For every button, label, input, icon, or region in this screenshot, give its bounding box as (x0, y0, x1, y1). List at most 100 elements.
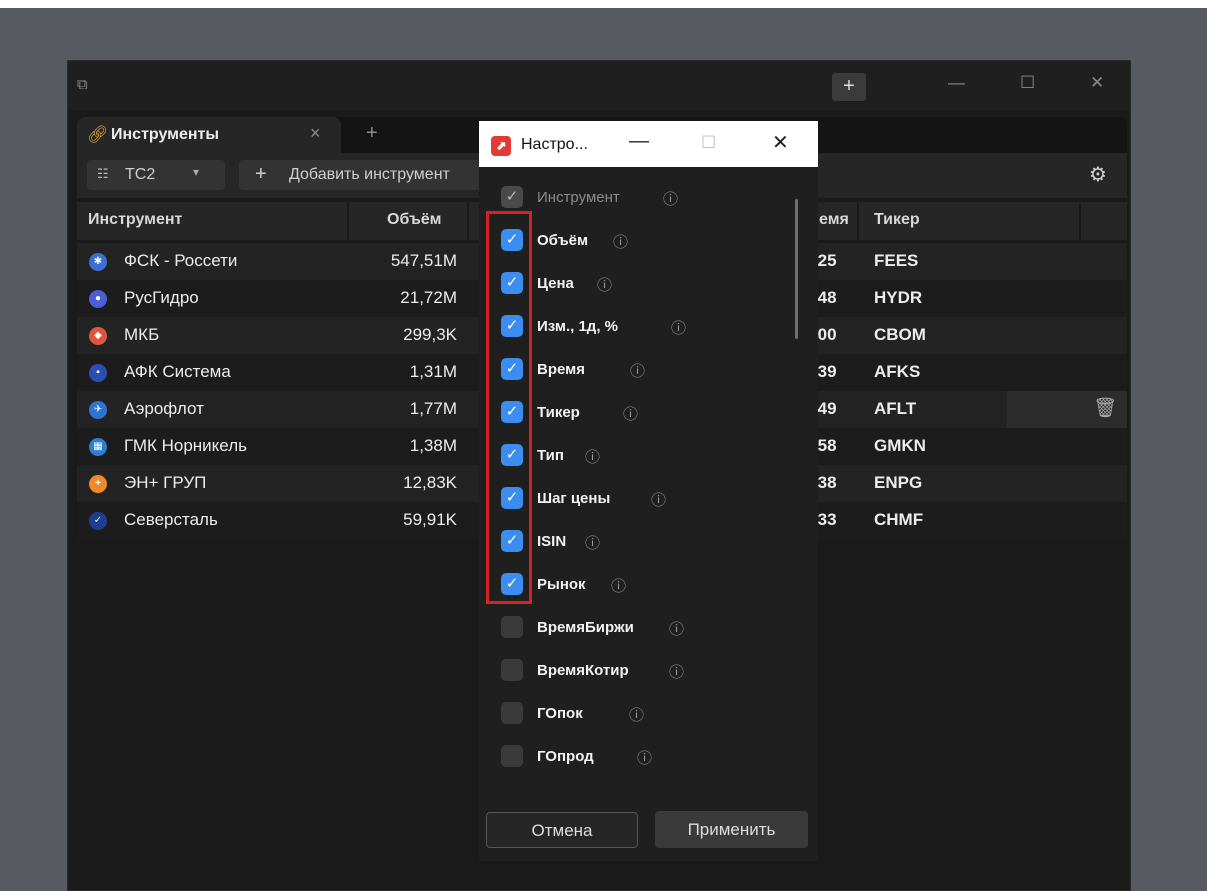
window-titlebar: ⧉ + — ☐ ✕ (68, 61, 1130, 111)
column-divider[interactable] (1079, 202, 1081, 240)
instrument-logo-icon: ▦ (89, 438, 107, 456)
instrument-name: МКБ (124, 325, 160, 344)
column-divider[interactable] (467, 202, 469, 240)
instrument-volume: 21,72M (400, 288, 457, 307)
option-label: ВремяКотир (537, 662, 629, 679)
gear-icon[interactable]: ⚙ (1089, 162, 1107, 187)
column-header-ticker[interactable]: Тикер (874, 211, 920, 229)
checkbox-highlight-frame (486, 211, 532, 604)
option-label: Время (537, 361, 585, 378)
column-header-volume[interactable]: Объём (387, 211, 442, 229)
instrument-volume: 12,83K (403, 473, 457, 492)
instrument-logo-icon: ◆ (89, 327, 107, 345)
instrument-name: АФК Система (124, 362, 231, 381)
option-checkbox[interactable] (501, 745, 523, 767)
info-icon[interactable]: ⓘ (669, 661, 684, 682)
instrument-ticker: ENPG (874, 473, 923, 492)
instrument-logo-icon: ● (89, 290, 107, 308)
option-label: Инструмент (537, 189, 620, 206)
new-window-tab-button[interactable]: + (832, 73, 866, 101)
info-icon[interactable]: ⓘ (611, 575, 626, 596)
dialog-close-icon[interactable]: ✕ (772, 130, 789, 155)
instrument-ticker: HYDR (874, 288, 923, 307)
tc-dropdown[interactable]: ☷ ТС2 ▾ (87, 160, 225, 190)
instrument-name: Аэрофлот (124, 399, 204, 418)
info-icon[interactable]: ⓘ (671, 317, 686, 338)
column-header-instrument[interactable]: Инструмент (88, 211, 182, 229)
info-icon[interactable]: ⓘ (637, 747, 652, 768)
info-icon[interactable]: ⓘ (613, 231, 628, 252)
option-checkbox[interactable] (501, 702, 523, 724)
dialog-titlebar: ⬈ Настро... — ☐ ✕ (479, 121, 818, 167)
option-label: Шаг цены (537, 490, 611, 507)
option-checkbox[interactable] (501, 659, 523, 681)
minimize-icon[interactable]: — (948, 73, 965, 93)
dialog-minimize-icon[interactable]: — (629, 130, 649, 153)
info-icon[interactable]: ⓘ (663, 188, 678, 209)
option-label: ГОпок (537, 705, 583, 722)
info-icon[interactable]: ⓘ (651, 489, 666, 510)
instrument-ticker: GMKN (874, 436, 926, 455)
option-label: Изм., 1д, % (537, 318, 618, 335)
option-label: ВремяБиржи (537, 619, 634, 636)
instrument-ticker: CHMF (874, 510, 924, 529)
instrument-ticker: AFKS (874, 362, 921, 381)
instrument-logo-icon: ✓ (89, 512, 107, 530)
dialog-title: Настро... (521, 136, 588, 153)
add-instrument-label: Добавить инструмент (289, 166, 450, 183)
instrument-name: ЭН+ ГРУП (124, 473, 207, 492)
tab-label: Инструменты (111, 126, 220, 143)
option-label: Тип (537, 447, 564, 464)
option-label: Рынок (537, 576, 586, 593)
list-icon: ☷ (97, 166, 109, 181)
instrument-logo-icon: ▪ (89, 364, 107, 382)
instrument-volume: 547,51M (390, 251, 457, 270)
add-instrument-button[interactable]: + Добавить инструмент (239, 160, 479, 190)
apply-button[interactable]: Применить (655, 811, 808, 848)
window-layout-icon[interactable]: ⧉ (77, 76, 88, 93)
column-header-time[interactable]: емя (819, 211, 849, 229)
chevron-down-icon: ▾ (193, 165, 200, 179)
instrument-ticker: AFLT (874, 399, 917, 418)
cancel-button[interactable]: Отмена (486, 812, 638, 848)
option-label: Объём (537, 232, 589, 249)
dialog-maximize-icon[interactable]: ☐ (701, 133, 716, 153)
option-label: ISIN (537, 533, 567, 550)
column-divider[interactable] (347, 202, 349, 240)
instrument-logo-icon: ✱ (89, 253, 107, 271)
instrument-logo-icon: + (89, 475, 107, 493)
trash-icon[interactable]: 🗑︎ (1093, 396, 1117, 420)
option-label: Тикер (537, 404, 580, 421)
instrument-volume: 299,3K (403, 325, 457, 344)
app-logo-icon: ⬈ (491, 136, 511, 156)
instrument-ticker: CBOM (874, 325, 926, 344)
close-icon[interactable]: ✕ (1090, 73, 1104, 93)
plus-icon: + (255, 163, 267, 185)
tab-instruments[interactable]: 🔗︎ Инструменты × (77, 117, 341, 153)
column-divider[interactable] (857, 202, 859, 240)
info-icon[interactable]: ⓘ (585, 446, 600, 467)
info-icon[interactable]: ⓘ (629, 704, 644, 725)
info-icon[interactable]: ⓘ (623, 403, 638, 424)
instrument-volume: 1,31M (409, 362, 457, 381)
instrument-name: Северсталь (124, 510, 218, 529)
option-label: Цена (537, 275, 574, 292)
maximize-icon[interactable]: ☐ (1020, 73, 1035, 93)
tab-close-icon[interactable]: × (310, 123, 321, 144)
options-scrollbar[interactable] (795, 199, 798, 339)
info-icon[interactable]: ⓘ (597, 274, 612, 295)
link-icon: 🔗︎ (87, 125, 109, 144)
option-checkbox[interactable]: ✓ (501, 186, 523, 208)
option-checkbox[interactable] (501, 616, 523, 638)
info-icon[interactable]: ⓘ (669, 618, 684, 639)
info-icon[interactable]: ⓘ (585, 532, 600, 553)
screen-top-strip (0, 0, 1207, 8)
option-label: ГОпрод (537, 748, 594, 765)
instrument-ticker: FEES (874, 251, 919, 270)
instrument-volume: 59,91K (403, 510, 457, 529)
instrument-volume: 1,38M (409, 436, 457, 455)
instrument-name: ФСК - Россети (124, 251, 238, 270)
instrument-logo-icon: ✈ (89, 401, 107, 419)
info-icon[interactable]: ⓘ (630, 360, 645, 381)
add-tab-icon[interactable]: + (366, 122, 378, 145)
